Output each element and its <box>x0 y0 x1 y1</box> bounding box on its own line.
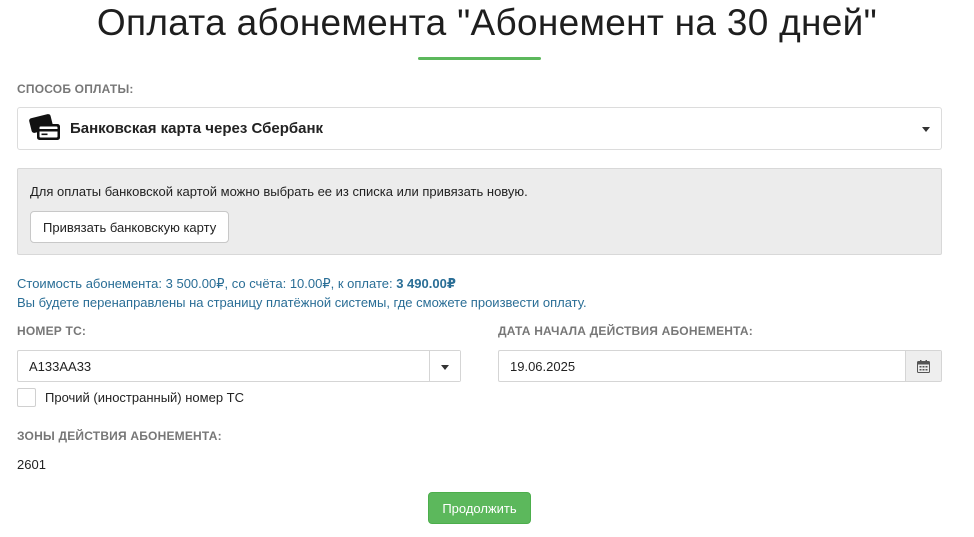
start-date-input[interactable] <box>499 351 905 381</box>
page-title: Оплата абонемента "Абонемент на 30 дней" <box>96 2 878 43</box>
cost-total: 3 490.00₽ <box>396 276 456 291</box>
card-info-panel: Для оплаты банковской картой можно выбра… <box>17 168 942 255</box>
cost-summary: Стоимость абонемента: 3 500.00₽, со счёт… <box>17 276 456 292</box>
vehicle-number-input[interactable] <box>18 351 429 381</box>
zones-value: 2601 <box>17 457 46 472</box>
start-date-label: ДАТА НАЧАЛА ДЕЙСТВИЯ АБОНЕМЕНТА: <box>498 324 753 338</box>
calendar-button[interactable] <box>905 351 941 381</box>
payment-method-label: СПОСОБ ОПЛАТЫ: <box>17 82 134 96</box>
payment-method-select[interactable]: Банковская карта через Сбербанк <box>17 107 942 150</box>
vehicle-number-dropdown-button[interactable] <box>429 351 460 381</box>
cost-summary-text: Стоимость абонемента: 3 500.00₽, со счёт… <box>17 276 397 291</box>
redirect-note: Вы будете перенаправлены на страницу пла… <box>17 295 587 310</box>
start-date-picker <box>498 350 942 382</box>
credit-cards-icon <box>29 113 60 140</box>
payment-method-value: Банковская карта через Сбербанк <box>70 120 324 137</box>
card-info-text: Для оплаты банковской картой можно выбра… <box>30 184 528 199</box>
vehicle-number-label: НОМЕР ТС: <box>17 324 87 338</box>
bind-card-button[interactable]: Привязать банковскую карту <box>30 211 230 243</box>
title-underline <box>418 57 541 60</box>
zones-label: ЗОНЫ ДЕЙСТВИЯ АБОНЕМЕНТА: <box>17 429 222 443</box>
foreign-plate-label[interactable]: Прочий (иностранный) номер ТС <box>45 390 244 405</box>
vehicle-number-combobox <box>17 350 461 382</box>
continue-button[interactable]: Продолжить <box>428 492 531 524</box>
calendar-icon <box>917 359 930 373</box>
chevron-down-icon <box>441 365 449 370</box>
chevron-down-icon <box>922 127 930 132</box>
foreign-plate-checkbox[interactable] <box>17 388 36 407</box>
